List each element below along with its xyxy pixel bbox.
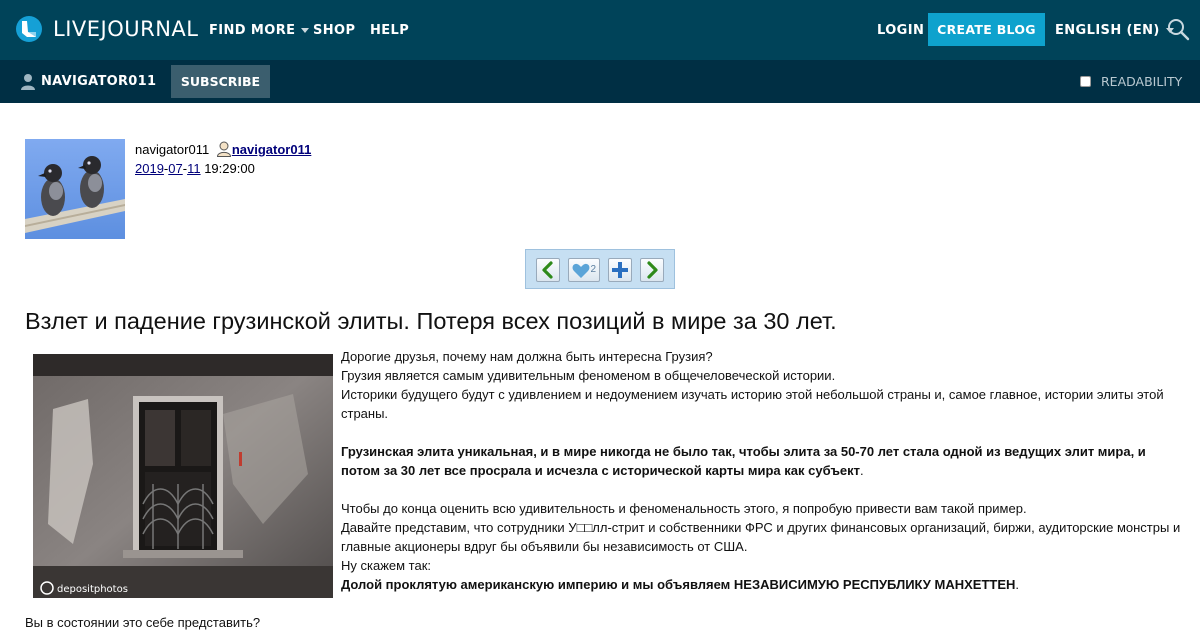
date-month-link[interactable]: 07 [168, 161, 182, 176]
burnt-building-photo: depositphotos [33, 354, 333, 598]
post-paragraph: Чтобы до конца оценить всю удивительност… [341, 501, 1027, 516]
post-title: Взлет и падение грузинской элиты. Потеря… [25, 308, 837, 334]
create-blog-button[interactable]: CREATE BLOG [928, 13, 1045, 46]
post-controls: 2 [525, 249, 675, 289]
find-more-menu[interactable]: FIND MORE [209, 0, 310, 60]
user-icon[interactable] [216, 141, 232, 157]
avatar-birds-image [25, 139, 125, 239]
date-day-link[interactable]: 11 [187, 161, 201, 176]
shop-link[interactable]: SHOP [313, 0, 355, 60]
author-profile-link[interactable]: navigator011 [232, 142, 312, 157]
image-watermark: depositphotos [57, 584, 128, 595]
livejournal-logo[interactable]: LIVEJOURNAL [15, 15, 199, 43]
search-icon[interactable] [1166, 17, 1190, 41]
next-entry-button[interactable] [640, 258, 664, 282]
date-year-link[interactable]: 2019 [135, 161, 164, 176]
post-paragraph-emphasis: Долой проклятую американскую империю и м… [341, 575, 1181, 594]
like-button[interactable]: 2 [568, 258, 600, 282]
add-to-memories-button[interactable] [608, 258, 632, 282]
language-label: ENGLISH (EN) [1055, 22, 1160, 38]
author-name: navigator011 [135, 142, 210, 157]
post-paragraph: Историки будущего будут с удивлением и н… [341, 387, 1164, 421]
post-paragraph-emphasis: Грузинская элита уникальная, и в мире ни… [341, 442, 1181, 480]
help-link[interactable]: HELP [370, 0, 409, 60]
arrow-right-icon [647, 261, 658, 279]
readability-label: READABILITY [1101, 74, 1183, 89]
heart-icon [572, 263, 590, 278]
journal-user-link[interactable]: NAVIGATOR011 [20, 60, 156, 103]
previous-entry-button[interactable] [536, 258, 560, 282]
language-selector[interactable]: ENGLISH (EN) [1055, 0, 1174, 60]
brand-name: LIVEJOURNAL [53, 17, 199, 41]
post-date: 2019-07-11 19:29:00 [135, 159, 311, 178]
post-time: 19:29:00 [204, 161, 255, 176]
subscribe-button[interactable]: SUBSCRIBE [171, 65, 270, 98]
post-body: Дорогие друзья, почему нам должна быть и… [341, 347, 1181, 594]
livejournal-logo-icon [16, 16, 42, 42]
post-paragraph: Грузия является самым удивительным феном… [341, 368, 836, 383]
find-more-label: FIND MORE [209, 22, 296, 38]
post-paragraph: Давайте представим, что сотрудники У□□лл… [341, 520, 1181, 554]
user-icon [21, 74, 35, 90]
punctuation: . [860, 463, 864, 478]
login-link[interactable]: LOGIN [877, 0, 924, 60]
post-paragraph: Вы в состоянии это себе представить? [25, 615, 261, 630]
avatar[interactable] [25, 139, 125, 239]
chevron-down-icon [301, 27, 310, 33]
bold-text: Грузинская элита уникальная, и в мире ни… [341, 444, 1146, 478]
journal-username: NAVIGATOR011 [41, 74, 157, 89]
arrow-left-icon [542, 261, 553, 279]
author-line: navigator011 navigator011 [135, 140, 311, 159]
post-meta: navigator011 navigator011 2019-07-11 19:… [135, 140, 311, 178]
bold-text: Долой проклятую американскую империю и м… [341, 577, 1016, 592]
plus-icon [612, 262, 628, 278]
readability-checkbox[interactable] [1080, 76, 1091, 87]
post-paragraph: Ну скажем так: [341, 558, 432, 573]
like-count: 2 [590, 264, 596, 275]
post-paragraph: Дорогие друзья, почему нам должна быть и… [341, 349, 713, 364]
post-image[interactable]: depositphotos [33, 354, 333, 598]
readability-toggle[interactable]: READABILITY [1080, 60, 1182, 103]
punctuation: . [1015, 577, 1020, 592]
